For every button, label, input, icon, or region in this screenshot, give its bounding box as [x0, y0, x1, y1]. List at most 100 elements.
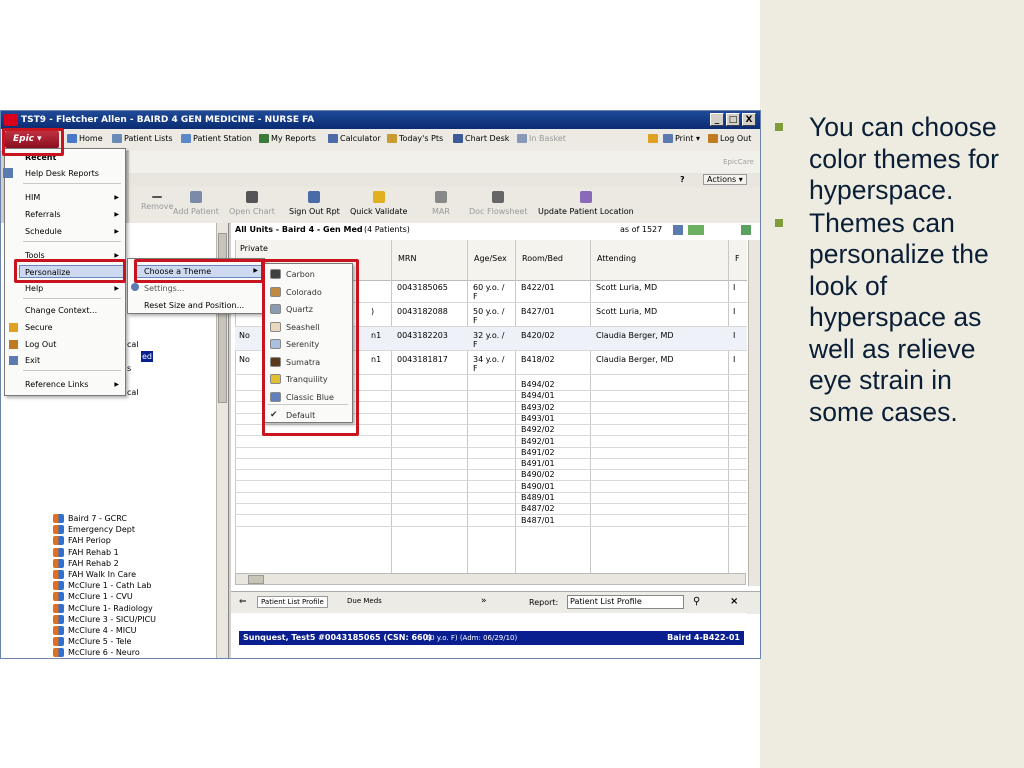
cell-room-empty[interactable]: B492/02	[521, 425, 555, 434]
cell-mrn[interactable]: 0043182088	[397, 307, 448, 316]
tree-item[interactable]: McClure 3 - SICU/PICU	[53, 614, 156, 625]
open-chart-button[interactable]: Open Chart	[229, 191, 275, 216]
cell-room-empty[interactable]: B494/01	[521, 391, 555, 400]
patient-station-button[interactable]: Patient Station	[181, 134, 252, 143]
help-button[interactable]: ?	[680, 175, 685, 184]
cell-room-empty[interactable]: B493/02	[521, 403, 555, 412]
cell-room[interactable]: B427/01	[521, 307, 555, 316]
tree-item[interactable]: FAH Rehab 1	[53, 547, 119, 558]
refresh-icon[interactable]	[741, 225, 751, 235]
cell-room-empty[interactable]: B492/01	[521, 437, 555, 446]
todays-pts-button[interactable]: Today's Pts	[387, 134, 443, 143]
mar-button[interactable]: MAR	[432, 191, 450, 216]
in-basket-button[interactable]: In Basket	[517, 134, 566, 143]
cell-room[interactable]: B422/01	[521, 283, 555, 292]
tree-item[interactable]: McClure 1 - Cath Lab	[53, 580, 152, 591]
actions-button[interactable]: Actions ▾	[703, 174, 747, 185]
cell-room-empty[interactable]: B493/01	[521, 414, 555, 423]
menu-item-reset-size[interactable]: Reset Size and Position...	[144, 301, 244, 310]
cell-f[interactable]: I	[733, 355, 735, 364]
cell-age[interactable]: 50 y.o. /	[473, 307, 504, 316]
cell-private[interactable]: No	[239, 331, 250, 340]
menu-item-log-out[interactable]: Log Out	[25, 340, 56, 349]
tree-item[interactable]: FAH Walk In Care	[53, 569, 136, 580]
tree-item[interactable]: McClure 1 - CVU	[53, 591, 133, 602]
cell-sex[interactable]: F	[473, 292, 478, 301]
tree-item[interactable]: McClure 6 - Neuro	[53, 647, 140, 658]
horizontal-scrollbar[interactable]	[235, 573, 746, 585]
menu-item-settings[interactable]: Settings...	[144, 284, 184, 293]
cell-f[interactable]: I	[733, 331, 735, 340]
tree-item[interactable]: FAH Periop	[53, 535, 111, 546]
tree-item[interactable]: FAH Rehab 2	[53, 558, 119, 569]
quick-validate-button[interactable]: Quick Validate	[350, 191, 407, 216]
view-options-icon[interactable]	[688, 225, 704, 235]
patient-lists-button[interactable]: Patient Lists	[112, 134, 173, 143]
calculator-button[interactable]: Calculator	[328, 134, 381, 143]
column-header-mrn[interactable]: MRN	[398, 254, 416, 263]
minimize-button[interactable]: _	[710, 113, 724, 126]
menu-item-help-desk-reports[interactable]: Help Desk Reports	[25, 169, 99, 178]
cell-room-empty[interactable]: B487/02	[521, 504, 555, 513]
remove-button[interactable]: Remove	[141, 191, 173, 211]
cell-age[interactable]: 60 y.o. /	[473, 283, 504, 292]
filter-icon[interactable]	[673, 225, 683, 235]
column-header-age-sex[interactable]: Age/Sex	[474, 254, 507, 263]
back-arrow-icon[interactable]: ⇐	[239, 597, 247, 607]
chart-desk-button[interactable]: Chart Desk	[453, 134, 509, 143]
cell-room[interactable]: B420/02	[521, 331, 555, 340]
tree-item[interactable]: Emergency Dept	[53, 524, 135, 535]
horizontal-scroll-thumb[interactable]	[248, 575, 264, 584]
tree-item-partial[interactable]: cal	[127, 339, 139, 350]
tree-item[interactable]: McClure 4 - MICU	[53, 625, 137, 636]
print-button[interactable]: Print ▾	[663, 134, 700, 143]
lock-icon[interactable]	[648, 134, 660, 143]
my-reports-button[interactable]: My Reports	[259, 134, 316, 143]
logout-button[interactable]: Log Out	[708, 134, 751, 143]
cell-room-empty[interactable]: B491/02	[521, 448, 555, 457]
cell-room-empty[interactable]: B490/01	[521, 482, 555, 491]
maximize-button[interactable]: □	[726, 113, 740, 126]
tree-item[interactable]: Baird 7 - GCRC	[53, 513, 127, 524]
home-button[interactable]: Home	[67, 134, 103, 143]
close-button[interactable]: X	[742, 113, 756, 126]
cell-age[interactable]: 34 y.o. /	[473, 355, 504, 364]
cell-private[interactable]: No	[239, 355, 250, 364]
cell-f[interactable]: I	[733, 283, 735, 292]
cell-attending[interactable]: Claudia Berger, MD	[596, 331, 674, 340]
patient-status-line[interactable]: Sunquest, Test5 #0043185065 (CSN: 660) (…	[239, 631, 744, 645]
tree-item-partial[interactable]: ed	[141, 351, 153, 362]
cell-attending[interactable]: Scott Luria, MD	[596, 283, 657, 292]
cell-room[interactable]: B418/02	[521, 355, 555, 364]
cell-name[interactable]: n1	[371, 331, 381, 340]
update-patient-location-button[interactable]: Update Patient Location	[538, 191, 634, 216]
close-report-icon[interactable]: ×	[730, 596, 738, 607]
column-header-attending[interactable]: Attending	[597, 254, 636, 263]
menu-item-help[interactable]: Help	[25, 284, 43, 293]
cell-room-empty[interactable]: B487/01	[521, 516, 555, 525]
cell-age[interactable]: 32 y.o. /	[473, 331, 504, 340]
menu-item-him[interactable]: HIM	[25, 193, 40, 202]
cell-sex[interactable]: F	[473, 340, 478, 349]
tab-patient-list-profile[interactable]: Patient List Profile	[257, 596, 328, 608]
tree-item-partial[interactable]: s	[127, 363, 131, 374]
cell-name[interactable]: )	[371, 307, 374, 316]
column-header-room-bed[interactable]: Room/Bed	[522, 254, 563, 263]
tree-item[interactable]: McClure 5 - Tele	[53, 636, 131, 647]
cell-f[interactable]: I	[733, 307, 735, 316]
menu-item-reference-links[interactable]: Reference Links	[25, 380, 88, 389]
cell-sex[interactable]: F	[473, 364, 478, 373]
cell-sex[interactable]: F	[473, 316, 478, 325]
menu-item-referrals[interactable]: Referrals	[25, 210, 61, 219]
cell-mrn[interactable]: 0043181817	[397, 355, 448, 364]
add-patient-button[interactable]: Add Patient	[173, 191, 219, 216]
list-scrollbar[interactable]	[748, 240, 760, 586]
menu-item-change-context[interactable]: Change Context...	[25, 306, 97, 315]
cell-room-empty[interactable]: B491/01	[521, 459, 555, 468]
menu-item-schedule[interactable]: Schedule	[25, 227, 62, 236]
tree-item-partial[interactable]: cal	[127, 387, 139, 398]
more-tabs-button[interactable]: »	[481, 596, 487, 606]
tab-due-meds[interactable]: Due Meds	[347, 597, 382, 605]
cell-mrn[interactable]: 0043185065	[397, 283, 448, 292]
cell-name[interactable]: n1	[371, 355, 381, 364]
